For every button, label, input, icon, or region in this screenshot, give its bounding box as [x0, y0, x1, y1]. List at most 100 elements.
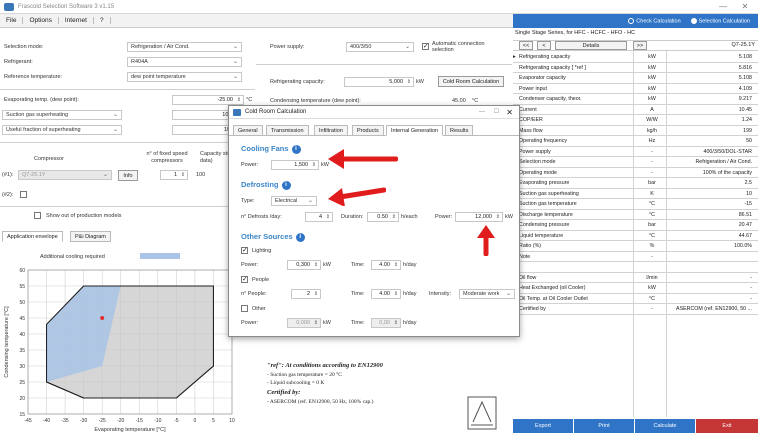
fans-power-input[interactable]: 1,500 ⇕	[271, 160, 319, 170]
useful-fraction-select[interactable]: Useful fraction of superheating ⌄	[2, 125, 122, 135]
ref-capacity-input[interactable]: 5,000 ⇕	[344, 77, 414, 87]
lighting-checkbox[interactable]	[241, 246, 248, 254]
export-button[interactable]: Export	[513, 419, 573, 433]
lighting-power-input[interactable]: 0,300 ⇕	[287, 260, 321, 270]
chevron-down-icon: ⌄	[232, 74, 238, 80]
suction-superheat-select[interactable]: Suction gas superheating ⌄	[2, 110, 122, 120]
row-value: 5.108	[738, 54, 752, 60]
defrost-type-select[interactable]: Electrical ⌄	[271, 196, 317, 206]
minimize-button[interactable]: —	[712, 0, 734, 14]
info-icon[interactable]: i	[295, 232, 305, 242]
row-unit: kW	[648, 75, 656, 81]
other-time-input[interactable]: 0,00 ⇕	[371, 318, 401, 328]
table-row: Power input kW 4.109	[513, 84, 758, 94]
chevron-down-icon: ⌄	[112, 112, 118, 118]
duration-input[interactable]: 0.50 ⇕	[367, 212, 399, 222]
tab-infiltration[interactable]: Infiltration	[314, 125, 348, 136]
application-envelope-chart: Additional cooling required -45 -40 -35 -30 -…	[4, 253, 235, 433]
tab-ph-diagram[interactable]: P&i Diagram	[70, 231, 111, 242]
exit-button[interactable]: Exit	[696, 419, 758, 433]
selection-calculation-radio[interactable]: Selection Calculation	[690, 17, 750, 24]
info-icon[interactable]: i	[291, 144, 301, 154]
row-unit: l/min	[646, 274, 658, 281]
selection-mode-select[interactable]: Refrigeration / Air Cond. ⌄	[127, 42, 242, 52]
compressor-1-select[interactable]: Q7-25.1Y ⌄	[18, 170, 112, 180]
table-row: Oil flow l/min -	[513, 273, 758, 283]
people-count-label: n° People:	[241, 291, 267, 297]
show-out-of-production-checkbox[interactable]	[34, 212, 41, 219]
lighting-time-input[interactable]: 4.00 ⇕	[371, 260, 401, 270]
row-unit: °C	[649, 211, 655, 218]
auto-connection-checkbox[interactable]	[422, 42, 429, 50]
intensity-select[interactable]: Moderate work ⌄	[459, 289, 515, 299]
row-value: 10	[746, 190, 752, 197]
row-name: Suction gas superheating	[519, 190, 579, 197]
info-button[interactable]: Info	[118, 170, 138, 181]
tab-products[interactable]: Products	[352, 125, 384, 136]
compressor-2-checkbox[interactable]	[20, 191, 27, 198]
lighting-power-unit: kW	[323, 262, 331, 268]
compressor-count-input[interactable]: 1 ⇕	[160, 170, 188, 180]
close-window-button[interactable]: ✕	[734, 0, 756, 14]
evaporating-temp-input[interactable]: -25.00 ⇕	[172, 95, 244, 105]
print-button[interactable]: Print	[574, 419, 634, 433]
table-row: Heat Exchanged (oil Cooler) kW -	[513, 283, 758, 294]
y-tick-label: 40	[19, 332, 25, 338]
x-tick-label: 0	[194, 418, 197, 424]
row-value: Refrigeration / Air Cond.	[695, 159, 752, 165]
dialog-minimize-button[interactable]: —	[479, 106, 485, 119]
expand-arrow-icon[interactable]: ▸	[513, 52, 516, 62]
row-name: Evaporating pressure	[519, 180, 570, 186]
other-power-input[interactable]: 0,000 ⇕	[287, 318, 321, 328]
dialog-maximize-button[interactable]: ☐	[494, 106, 499, 119]
nav-prev-button[interactable]: <	[537, 41, 551, 50]
power-supply-select[interactable]: 400/3/50 ⌄	[346, 42, 414, 52]
other-checkbox[interactable]	[241, 305, 248, 312]
row-value: ASERCOM (ref. EN12900, 50 ...	[676, 306, 752, 312]
row-unit: °C	[649, 201, 655, 207]
table-row: Current A 10.45	[513, 105, 758, 115]
refrigerant-select[interactable]: R404A ⌄	[127, 57, 242, 67]
tab-application-envelope[interactable]: Application envelope	[2, 231, 63, 242]
defrost-power-input[interactable]: 12,000 ⇕	[455, 212, 503, 222]
evap-unit: °C	[246, 97, 253, 103]
menu-options[interactable]: Options	[23, 17, 59, 24]
power-supply-label: Power supply:	[270, 44, 305, 50]
asercom-logo-icon	[467, 396, 497, 430]
tab-results[interactable]: Results	[445, 125, 474, 136]
row-value: 86.51	[738, 211, 752, 218]
tab-general[interactable]: General	[233, 125, 263, 136]
row-name: Suction gas temperature	[519, 201, 577, 207]
check-calculation-radio[interactable]: Check Calculation	[628, 17, 681, 24]
y-axis-label: Condensing temperature [°C]	[4, 306, 10, 378]
people-count-input[interactable]: 2 ⇕	[291, 289, 321, 299]
cold-room-calculation-button[interactable]: Cold Room Calculation	[438, 76, 504, 87]
people-checkbox[interactable]	[241, 275, 248, 283]
table-row: Evaporating pressure bar 2.5	[513, 178, 758, 189]
x-tick-label: -45	[24, 418, 31, 424]
y-tick-label: 45	[19, 316, 25, 322]
nav-next-button[interactable]: >>	[633, 41, 647, 50]
dialog-close-button[interactable]: ✕	[506, 106, 513, 119]
y-tick-label: 35	[19, 348, 25, 354]
chevron-down-icon: ⌄	[112, 127, 118, 133]
condensing-temp-value: 45.00	[452, 98, 466, 104]
people-time-input[interactable]: 4.00 ⇕	[371, 289, 401, 299]
details-button[interactable]: Details	[555, 41, 627, 50]
tab-internal-generation[interactable]: Internal Generation	[386, 125, 444, 136]
show-out-of-production-label: Show out of production models	[46, 213, 122, 219]
menu-help[interactable]: ?	[94, 17, 111, 24]
row-unit: -	[651, 306, 653, 312]
tab-transmission[interactable]: Transmission	[266, 125, 309, 136]
defrosts-per-day-input[interactable]: 4 ⇕	[305, 212, 333, 222]
notes-panel: "ref": At conditions according to EN1290…	[255, 352, 511, 433]
nav-first-button[interactable]: <<	[519, 41, 533, 50]
calculate-button[interactable]: Calculate	[635, 419, 695, 433]
row-unit: kW	[648, 64, 656, 71]
ref-temp-select[interactable]: dew point temperature ⌄	[127, 72, 242, 82]
info-icon[interactable]: i	[281, 180, 291, 190]
menu-file[interactable]: File	[0, 17, 24, 24]
y-tick-label: 30	[19, 364, 25, 370]
row-name: Discharge temperature	[519, 211, 573, 218]
menu-internet[interactable]: Internet	[59, 17, 94, 24]
